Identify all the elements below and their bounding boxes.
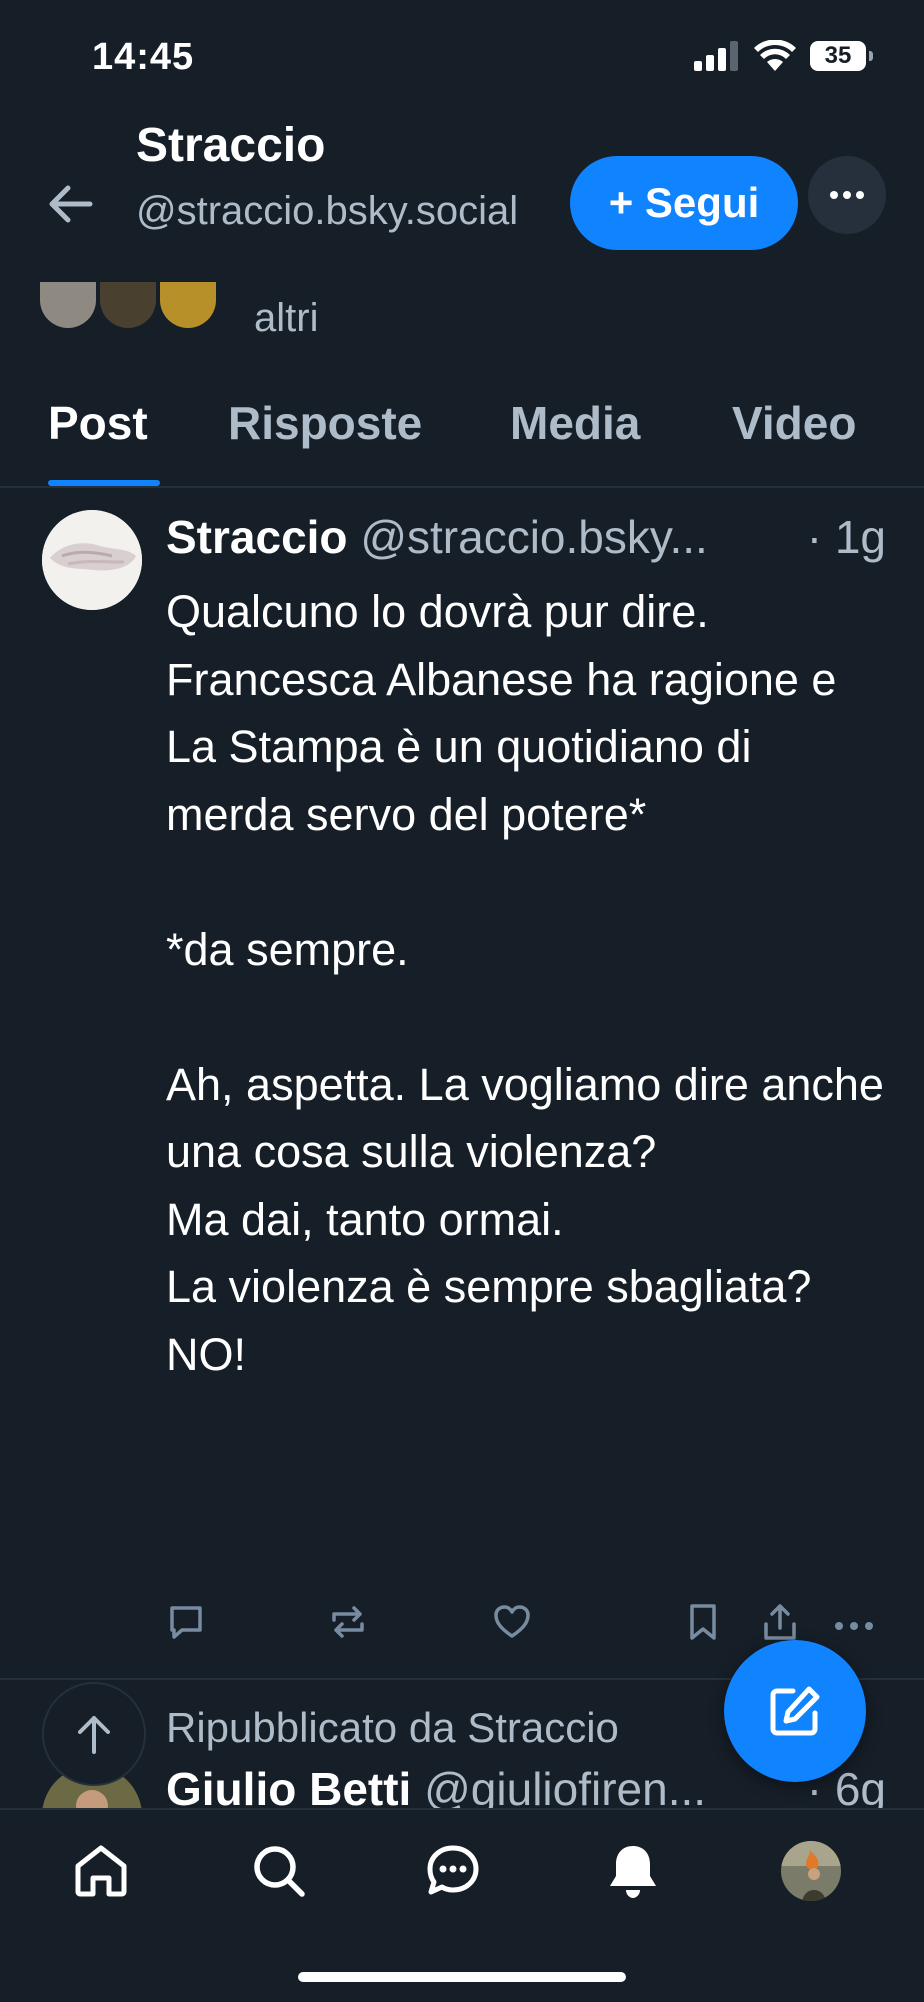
post-author[interactable]: Straccio [166,511,348,563]
battery-icon: 35 [810,41,873,71]
ellipsis-icon [830,191,864,199]
profile-handle: @straccio.bsky.social [136,189,519,233]
tab-media[interactable]: Media [510,396,640,450]
home-indicator [298,1972,626,1982]
more-icon [835,1622,873,1630]
cloth-image [42,510,142,610]
status-icons: 35 [694,40,873,72]
repost-button[interactable] [328,1602,368,1647]
post-handle[interactable]: @straccio.bsky... [360,511,707,563]
wifi-icon [754,40,796,71]
tab-video[interactable]: Video [732,396,856,450]
like-icon [494,1605,530,1638]
tabs-divider [0,486,924,488]
tab-post[interactable]: Post [48,396,148,450]
arrow-up-icon [78,1716,110,1754]
repost-label[interactable]: Ripubblicato da Straccio [166,1704,619,1752]
battery-level: 35 [824,42,852,69]
follower-avatar [100,282,156,328]
bell-icon [610,1846,656,1898]
home-icon [75,1845,127,1897]
profile-name: Straccio [136,119,326,172]
reply-icon [170,1606,202,1639]
back-button[interactable] [44,178,96,235]
follower-avatar [160,282,216,328]
profile-more-button[interactable] [808,156,886,234]
scroll-to-top-button[interactable] [42,1682,146,1786]
status-time: 14:45 [92,36,195,78]
reply-button[interactable] [166,1602,206,1647]
post-more-button[interactable] [834,1618,874,1636]
bookmark-icon [690,1604,716,1640]
chat-icon [427,1845,479,1895]
followers-text: altri [254,296,319,340]
post-timestamp: · 1g [807,510,886,564]
nav-home[interactable] [72,1842,130,1905]
repost-icon [332,1606,364,1638]
arrow-left-icon [49,185,93,223]
post-text: Qualcuno lo dovrà pur dire. Francesca Al… [166,586,884,1380]
profile-avatar-image [781,1841,841,1901]
nav-search[interactable] [250,1842,308,1905]
follower-avatar [40,282,96,328]
bookmark-button[interactable] [686,1602,720,1647]
nav-profile-avatar[interactable] [780,1840,842,1907]
nav-notifications[interactable] [604,1842,662,1905]
like-button[interactable] [492,1602,532,1647]
nav-chat[interactable] [424,1842,482,1905]
search-icon [254,1846,305,1897]
post-avatar[interactable] [42,510,142,610]
signal-icon [694,41,738,71]
tab-risposte[interactable]: Risposte [228,396,422,450]
follow-button[interactable]: + Segui [570,156,798,250]
compose-button[interactable] [724,1640,866,1782]
compose-icon [770,1686,820,1736]
post-time-value: 1g [834,511,886,563]
share-icon [764,1604,796,1640]
post-header: Straccio @straccio.bsky... [166,510,708,564]
post-time-separator: · [806,511,823,563]
